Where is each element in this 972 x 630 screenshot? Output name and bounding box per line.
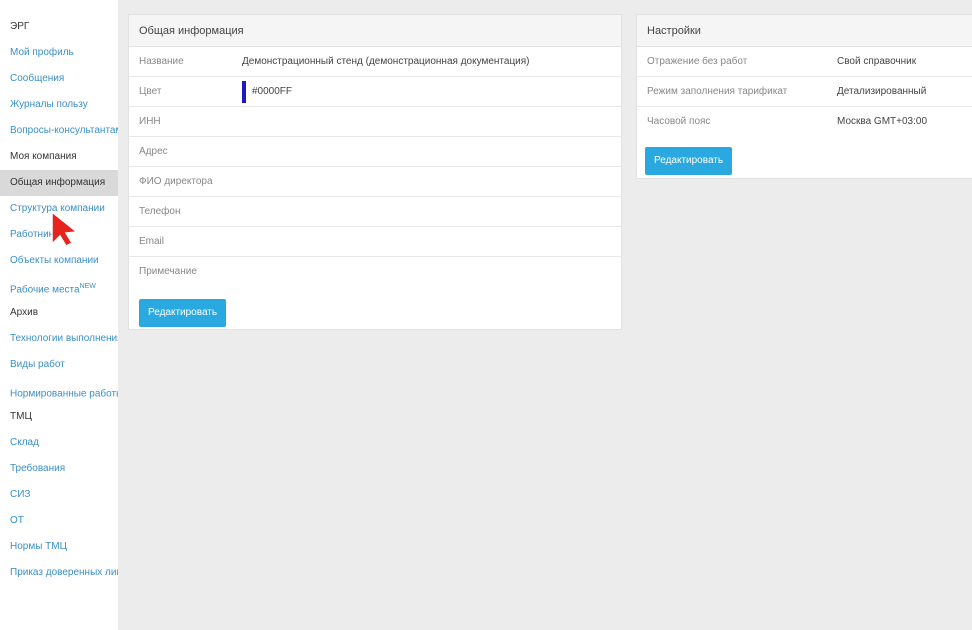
row-label: Часовой пояс [647, 116, 711, 127]
sidebar-item-label: Мой профиль [10, 47, 74, 58]
row-name: Название Демонстрационный стенд (демонст… [129, 47, 621, 77]
sidebar-item-label: Архив [10, 307, 39, 318]
sidebar-item[interactable]: Мой профиль [0, 40, 118, 66]
sidebar-item-label: ТМЦ [10, 411, 32, 422]
sidebar-item[interactable]: Объекты компании [0, 248, 118, 274]
color-swatch [242, 81, 246, 103]
sidebar-item-label: Виды работ [10, 359, 65, 370]
row-label: Адрес [139, 146, 168, 157]
sidebar-item-label: Нормы ТМЦ [10, 541, 68, 552]
edit-general-button[interactable]: Редактировать [139, 299, 227, 327]
sidebar-item: ТМЦ [0, 404, 118, 430]
sidebar-item-label: Требования [10, 463, 66, 474]
sidebar-item-label: Журналы пользу [10, 99, 88, 110]
row-label: Название [139, 56, 184, 67]
sidebar-item: ЭРГ [0, 14, 118, 40]
sidebar-item-label: Технологии выполнения [10, 333, 118, 344]
row-phone: Телефон [129, 197, 621, 227]
row-value: Демонстрационный стенд (демонстрационная… [242, 56, 530, 67]
sidebar-item[interactable]: Технологии выполнения [0, 326, 118, 352]
sidebar-item[interactable]: Склад [0, 430, 118, 456]
row-email: Email [129, 227, 621, 257]
sidebar-item[interactable]: ОТ [0, 508, 118, 534]
row-value: Свой справочник [837, 56, 917, 67]
sidebar-item[interactable]: Журналы пользу [0, 92, 118, 118]
sidebar-item-label: Склад [10, 437, 39, 448]
settings-title: Настройки [637, 15, 972, 47]
sidebar-item[interactable]: Приказ доверенных лиц [0, 560, 118, 586]
sidebar-item-label: СИЗ [10, 489, 31, 500]
sidebar-list: ЭРГ Мой профиль Сообщения Журналы пользу Воп… [0, 14, 118, 586]
sidebar-item[interactable]: Рабочие местаNEW [0, 274, 118, 300]
sidebar-item[interactable]: Виды работ [0, 352, 118, 378]
sidebar-item-label: ОТ [10, 515, 24, 526]
row-address: Адрес [129, 137, 621, 167]
sidebar-item[interactable]: Общая информация [0, 170, 118, 196]
sidebar-item-label: Общая информация [10, 177, 106, 188]
new-badge: NEW [79, 283, 96, 290]
sidebar-item: Моя компания [0, 144, 118, 170]
general-info-title: Общая информация [129, 15, 621, 47]
row-label: Отражение без работ [647, 56, 748, 67]
settings-row-works: Отражение без работ Свой справочник [637, 47, 972, 77]
sidebar: ЭРГ Мой профиль Сообщения Журналы пользу Воп… [0, 0, 118, 630]
row-note: Примечание [129, 257, 621, 287]
settings-row-mode: Режим заполнения тарификат Детализирован… [637, 77, 972, 107]
row-label: Email [139, 236, 165, 247]
row-label: Телефон [139, 206, 181, 217]
sidebar-item-label: Приказ доверенных лиц [10, 567, 118, 578]
sidebar-item-label: Объекты компании [10, 255, 99, 266]
row-value: #0000FF [252, 86, 293, 97]
row-label: ФИО директора [139, 176, 213, 187]
row-label: ИНН [139, 116, 161, 127]
row-inn: ИНН [129, 107, 621, 137]
row-value: Детализированный [837, 86, 927, 97]
sidebar-item-label: Рабочие места [10, 284, 80, 296]
mouse-pointer-icon [51, 210, 79, 247]
sidebar-item-label: Вопросы-консультантам [10, 125, 118, 136]
row-label: Цвет [139, 86, 162, 97]
row-label: Примечание [139, 266, 197, 277]
sidebar-item[interactable]: Нормированные работыNEW [0, 378, 118, 404]
row-color: Цвет #0000FF [129, 77, 621, 107]
sidebar-item[interactable]: Сообщения [0, 66, 118, 92]
sidebar-item-label: Моя компания [10, 151, 77, 162]
row-value: Москва GMT+03:00 [837, 116, 927, 127]
row-director: ФИО директора [129, 167, 621, 197]
sidebar-item: Архив [0, 300, 118, 326]
general-info-panel: Общая информация Название Демонстрационн… [128, 14, 622, 330]
sidebar-item-label: Нормированные работы [10, 388, 118, 400]
sidebar-item[interactable]: Нормы ТМЦ [0, 534, 118, 560]
sidebar-item[interactable]: Вопросы-консультантам [0, 118, 118, 144]
sidebar-item-label: ЭРГ [10, 21, 30, 32]
edit-settings-button[interactable]: Редактировать [645, 147, 733, 175]
sidebar-item-label: Сообщения [10, 73, 65, 84]
settings-panel: Настройки Отражение без работ Свой справ… [636, 14, 972, 179]
settings-row-timezone: Часовой пояс Москва GMT+03:00 [637, 107, 972, 137]
sidebar-item[interactable]: Требования [0, 456, 118, 482]
row-label: Режим заполнения тарификат [647, 86, 788, 97]
sidebar-item[interactable]: СИЗ [0, 482, 118, 508]
